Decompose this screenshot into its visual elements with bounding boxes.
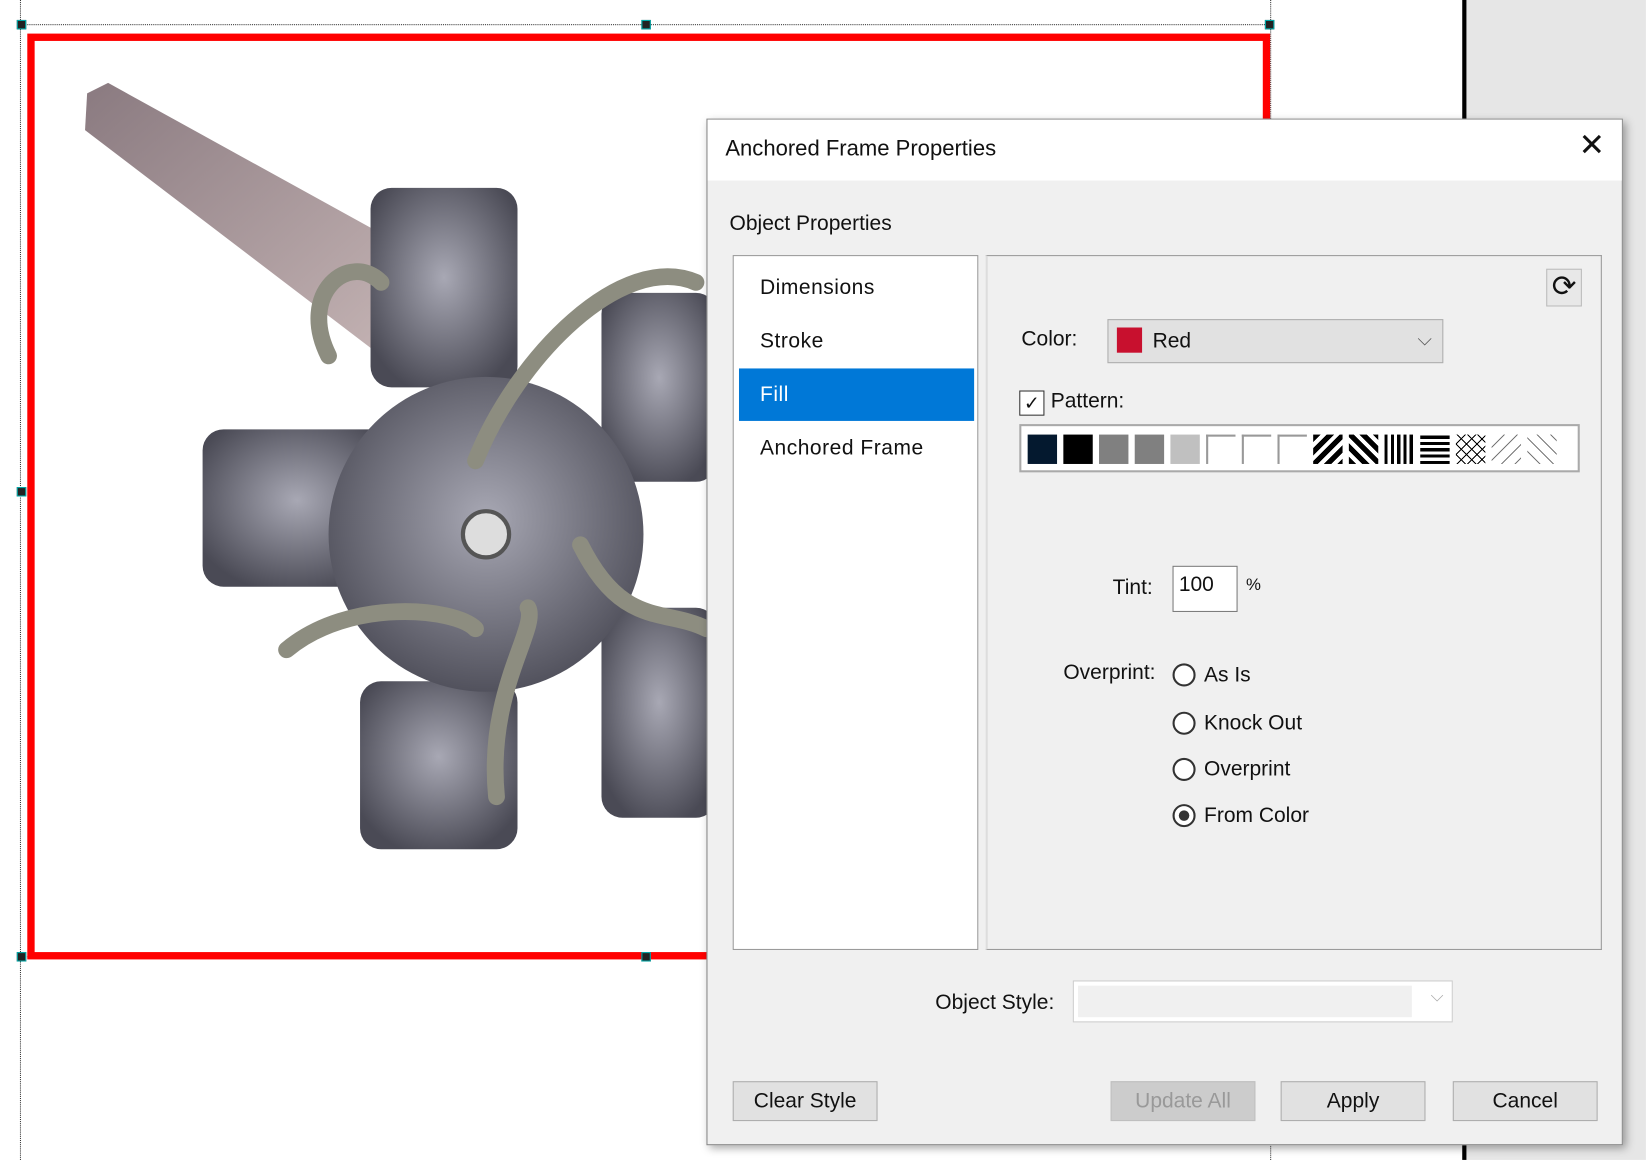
resize-handle[interactable] bbox=[16, 19, 27, 30]
resize-handle[interactable] bbox=[16, 952, 27, 962]
section-label: Object Properties bbox=[729, 212, 892, 236]
pattern-swatch[interactable] bbox=[1455, 434, 1486, 464]
update-all-button[interactable]: Update All bbox=[1110, 1081, 1256, 1122]
pattern-swatch[interactable] bbox=[1491, 434, 1522, 464]
refresh-icon[interactable]: ⟳ bbox=[1546, 268, 1582, 307]
pattern-label: Pattern: bbox=[1050, 389, 1125, 413]
pattern-swatch[interactable] bbox=[1348, 434, 1379, 464]
pattern-swatch[interactable] bbox=[1384, 434, 1414, 464]
category-list: Dimensions Stroke Fill Anchored Frame bbox=[732, 255, 979, 950]
pattern-swatch[interactable] bbox=[1027, 434, 1058, 464]
pattern-swatch[interactable] bbox=[1420, 434, 1450, 464]
overprint-from-color-label[interactable]: From Color bbox=[1204, 804, 1309, 828]
overprint-as-is-radio[interactable] bbox=[1172, 663, 1196, 687]
title-bar: Anchored Frame Properties ✕ bbox=[707, 119, 1622, 181]
anchored-frame-properties-dialog: Anchored Frame Properties ✕ Object Prope… bbox=[706, 118, 1623, 1146]
pattern-swatch[interactable] bbox=[1527, 434, 1557, 464]
tint-unit: % bbox=[1245, 576, 1261, 595]
chevron-down-icon: ⌵ bbox=[1430, 987, 1444, 1006]
pattern-checkbox[interactable]: ✓ bbox=[1019, 390, 1045, 416]
category-anchored-frame[interactable]: Anchored Frame bbox=[739, 422, 974, 474]
resize-handle[interactable] bbox=[641, 19, 651, 30]
chevron-down-icon: ⌵ bbox=[1417, 328, 1432, 350]
color-value: Red bbox=[1152, 329, 1192, 353]
pattern-swatch[interactable] bbox=[1241, 434, 1272, 464]
object-style-label: Object Style: bbox=[935, 990, 1055, 1015]
overprint-overprint-radio[interactable] bbox=[1172, 757, 1196, 781]
clear-style-button[interactable]: Clear Style bbox=[732, 1081, 878, 1122]
resize-handle[interactable] bbox=[16, 487, 27, 497]
fill-panel: ⟳ Color: Red ⌵ ✓ Pattern: Tint: 100 % Ov… bbox=[985, 255, 1602, 950]
pattern-swatch[interactable] bbox=[1313, 434, 1343, 464]
apply-button[interactable]: Apply bbox=[1280, 1081, 1426, 1122]
tint-label: Tint: bbox=[1112, 576, 1153, 600]
pattern-palette bbox=[1019, 424, 1580, 473]
pattern-swatch[interactable] bbox=[1063, 434, 1093, 464]
color-label: Color: bbox=[1021, 327, 1078, 351]
overprint-as-is-label[interactable]: As Is bbox=[1204, 663, 1251, 687]
pattern-swatch[interactable] bbox=[1099, 434, 1129, 464]
tint-input[interactable]: 100 bbox=[1172, 565, 1238, 612]
overprint-label: Overprint: bbox=[1063, 661, 1156, 685]
pattern-swatch[interactable] bbox=[1170, 434, 1200, 464]
overprint-knock-out-label[interactable]: Knock Out bbox=[1204, 712, 1302, 736]
object-style-dropdown[interactable]: ⌵ bbox=[1072, 980, 1453, 1023]
pattern-swatch[interactable] bbox=[1277, 434, 1307, 464]
overprint-overprint-label[interactable]: Overprint bbox=[1204, 758, 1290, 782]
category-stroke[interactable]: Stroke bbox=[739, 315, 974, 367]
margin-guide bbox=[19, 0, 21, 1160]
close-icon[interactable]: ✕ bbox=[1579, 130, 1605, 161]
category-fill[interactable]: Fill bbox=[738, 368, 975, 421]
category-dimensions[interactable]: Dimensions bbox=[739, 261, 974, 313]
overprint-from-color-radio[interactable] bbox=[1172, 804, 1196, 828]
resize-handle[interactable] bbox=[641, 952, 651, 962]
dialog-title: Anchored Frame Properties bbox=[725, 136, 997, 161]
overprint-knock-out-radio[interactable] bbox=[1172, 711, 1196, 735]
color-swatch bbox=[1116, 327, 1143, 353]
pattern-swatch[interactable] bbox=[1206, 434, 1236, 464]
color-dropdown[interactable]: Red ⌵ bbox=[1107, 319, 1444, 364]
cancel-button[interactable]: Cancel bbox=[1452, 1081, 1598, 1122]
pattern-swatch[interactable] bbox=[1134, 434, 1165, 464]
object-style-value bbox=[1078, 985, 1412, 1018]
resize-handle[interactable] bbox=[1264, 19, 1275, 30]
